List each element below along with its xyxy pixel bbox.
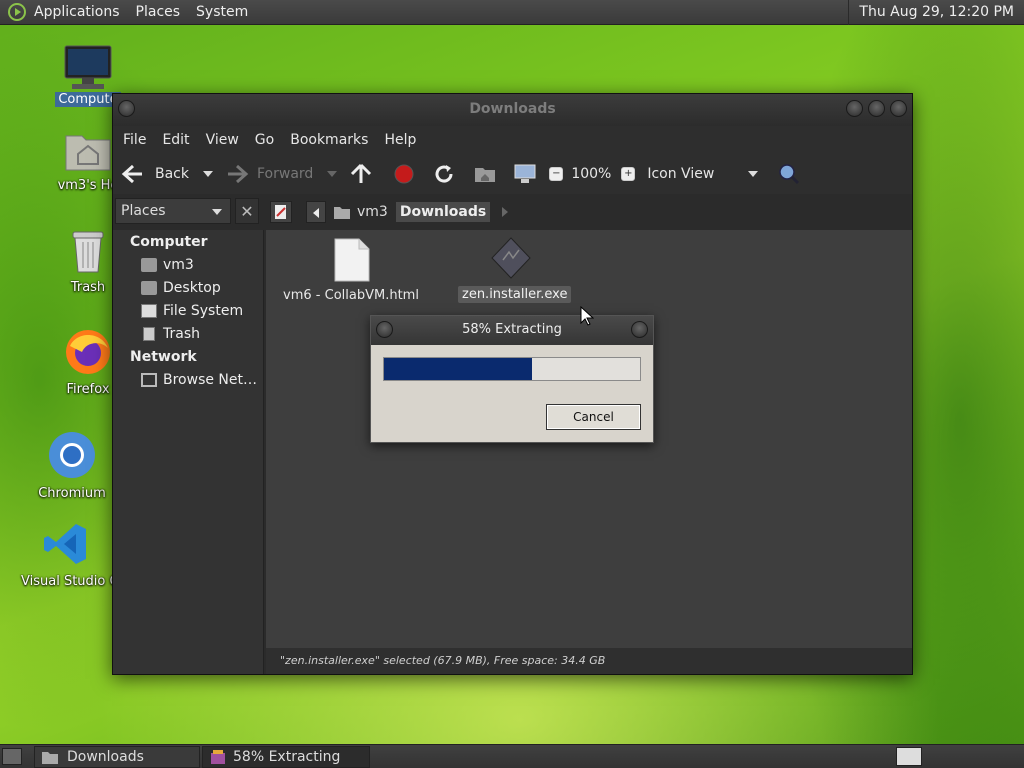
menu-help[interactable]: Help bbox=[376, 132, 424, 148]
file-item-selected[interactable]: zen.installer.exe bbox=[458, 236, 572, 303]
file-name: vm6 - CollabVM.html bbox=[283, 288, 419, 303]
workspace-switcher-icon[interactable] bbox=[896, 747, 922, 766]
exe-file-icon bbox=[491, 237, 531, 279]
desktop-folder-icon bbox=[141, 281, 157, 295]
back-arrow-icon bbox=[121, 164, 142, 184]
view-mode-select[interactable]: Icon View bbox=[647, 166, 759, 182]
dialog-titlebar[interactable]: 58% Extracting bbox=[371, 316, 653, 345]
breadcrumb-left-arrow[interactable] bbox=[306, 201, 326, 223]
bottom-panel: Downloads 58% Extracting bbox=[0, 744, 1024, 768]
extracting-dialog: 58% Extracting Cancel bbox=[370, 315, 654, 443]
dialog-menu-button[interactable] bbox=[376, 321, 393, 338]
drive-icon bbox=[141, 304, 157, 318]
breadcrumb-vm3[interactable]: vm3 bbox=[357, 204, 388, 220]
menu-view[interactable]: View bbox=[198, 132, 247, 148]
dialog-close-button[interactable] bbox=[631, 321, 648, 338]
back-history-dropdown[interactable] bbox=[203, 171, 213, 177]
file-item[interactable]: vm6 - CollabVM.html bbox=[276, 238, 426, 303]
sidebar-places-select[interactable]: Places bbox=[115, 198, 231, 224]
taskbar-item-downloads[interactable]: Downloads bbox=[34, 746, 200, 768]
sidebar-item-desktop[interactable]: Desktop bbox=[141, 280, 221, 296]
forward-arrow-icon bbox=[228, 164, 249, 184]
desktop-icon-label: Firefox bbox=[66, 382, 110, 397]
window-title: Downloads bbox=[469, 101, 556, 117]
window-titlebar[interactable]: Downloads bbox=[113, 94, 912, 126]
desktop-icon-chromium[interactable]: Chromium bbox=[30, 430, 114, 505]
reload-icon[interactable] bbox=[433, 163, 455, 185]
computer-icon[interactable] bbox=[513, 163, 537, 185]
sidebar-item-browse-network[interactable]: Browse Net… bbox=[141, 372, 257, 388]
status-bar: "zen.installer.exe" selected (67.9 MB), … bbox=[266, 648, 912, 674]
places-menu[interactable]: Places bbox=[128, 0, 189, 25]
sidebar: Computer vm3 Desktop File System Trash N… bbox=[113, 230, 264, 674]
folder-icon bbox=[42, 752, 58, 764]
toolbar: Back Forward − 100% + Icon View bbox=[113, 154, 912, 194]
chevron-down-icon bbox=[748, 171, 759, 177]
desktop-icon-label: Chromium bbox=[38, 486, 106, 501]
clock[interactable]: Thu Aug 29, 12:20 PM bbox=[848, 0, 1024, 25]
forward-history-dropdown[interactable] bbox=[327, 171, 338, 177]
desktop-icon-label: Compute bbox=[55, 92, 121, 107]
sidebar-heading-network: Network bbox=[130, 349, 197, 365]
html-file-icon bbox=[334, 238, 370, 282]
cancel-button[interactable]: Cancel bbox=[546, 404, 641, 430]
home-icon[interactable] bbox=[473, 164, 497, 184]
up-arrow-icon[interactable] bbox=[349, 163, 373, 185]
menu-edit[interactable]: Edit bbox=[154, 132, 197, 148]
top-panel: Applications Places System Thu Aug 29, 1… bbox=[0, 0, 1024, 25]
file-name: zen.installer.exe bbox=[458, 286, 572, 303]
close-sidebar-icon[interactable]: ✕ bbox=[235, 198, 259, 224]
system-menu[interactable]: System bbox=[188, 0, 256, 25]
minimize-button[interactable] bbox=[846, 100, 863, 117]
stop-icon[interactable] bbox=[393, 163, 415, 185]
home-folder-icon bbox=[334, 207, 350, 219]
chevron-down-icon bbox=[212, 209, 222, 215]
home-folder-icon bbox=[65, 135, 111, 171]
mouse-pointer-icon bbox=[580, 306, 594, 326]
home-folder-icon bbox=[141, 258, 157, 272]
archive-icon bbox=[211, 750, 225, 764]
progress-fill bbox=[384, 358, 533, 380]
close-button[interactable] bbox=[890, 100, 907, 117]
gnome-foot-icon[interactable] bbox=[8, 3, 26, 21]
zoom-in-button[interactable]: + bbox=[621, 167, 636, 181]
vscode-icon bbox=[44, 524, 86, 564]
firefox-icon bbox=[66, 330, 110, 374]
sidebar-item-trash[interactable]: Trash bbox=[141, 326, 200, 342]
desktop-icon-label: Trash bbox=[70, 280, 106, 295]
search-icon[interactable] bbox=[778, 163, 800, 185]
back-button[interactable]: Back bbox=[121, 164, 213, 184]
desktop-icon-vscode[interactable]: Visual Studio Co bbox=[18, 520, 114, 593]
window-menu-button[interactable] bbox=[118, 100, 135, 117]
menu-go[interactable]: Go bbox=[247, 132, 282, 148]
taskbar-item-extracting[interactable]: 58% Extracting bbox=[202, 746, 370, 768]
forward-button[interactable]: Forward bbox=[225, 164, 338, 184]
toggle-location-entry-icon[interactable] bbox=[270, 201, 292, 223]
menu-bookmarks[interactable]: Bookmarks bbox=[282, 132, 376, 148]
progress-bar bbox=[383, 357, 641, 381]
location-bar: Places ✕ vm3 Downloads bbox=[113, 194, 912, 230]
breadcrumb-right-arrow[interactable] bbox=[502, 207, 509, 217]
sidebar-item-vm3[interactable]: vm3 bbox=[141, 257, 194, 273]
menubar: File Edit View Go Bookmarks Help bbox=[113, 126, 912, 154]
sidebar-item-file-system[interactable]: File System bbox=[141, 303, 243, 319]
show-desktop-icon[interactable] bbox=[2, 748, 22, 765]
computer-icon bbox=[64, 45, 112, 89]
breadcrumb: vm3 Downloads bbox=[333, 201, 509, 223]
menu-file[interactable]: File bbox=[115, 132, 154, 148]
sidebar-heading-computer: Computer bbox=[130, 234, 208, 250]
zoom-out-button[interactable]: − bbox=[549, 167, 564, 181]
breadcrumb-downloads[interactable]: Downloads bbox=[395, 202, 491, 222]
desktop-icon-label: Visual Studio Co bbox=[21, 574, 114, 589]
trash-icon bbox=[72, 231, 104, 273]
maximize-button[interactable] bbox=[868, 100, 885, 117]
dialog-title: 58% Extracting bbox=[462, 322, 562, 337]
network-icon bbox=[141, 373, 157, 387]
trash-icon bbox=[143, 327, 155, 341]
applications-menu[interactable]: Applications bbox=[26, 0, 128, 25]
chromium-icon bbox=[49, 432, 95, 478]
zoom-level: 100% bbox=[571, 166, 612, 182]
